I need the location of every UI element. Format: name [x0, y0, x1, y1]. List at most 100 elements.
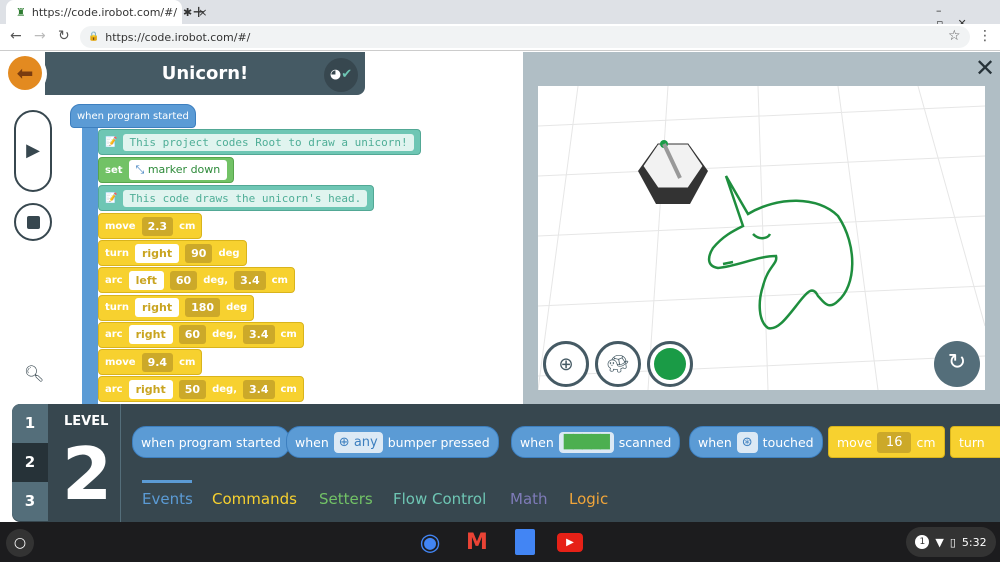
arc-block[interactable]: arc right 60 deg, 3.4 cm: [98, 321, 304, 348]
divider: [120, 404, 121, 522]
move-block[interactable]: move 2.3 cm: [98, 213, 203, 239]
category-tab-commands[interactable]: Commands: [212, 490, 297, 508]
color-sensor-select[interactable]: █████: [558, 431, 614, 453]
close-simulator-button[interactable]: ✕: [975, 54, 995, 82]
docs-icon[interactable]: [510, 528, 540, 556]
unit-label: cm: [179, 220, 196, 232]
back-arrow-icon[interactable]: ←: [10, 28, 22, 44]
zoom-in-button[interactable]: ⊕: [543, 341, 589, 387]
stop-icon: [27, 216, 40, 229]
category-tab-math[interactable]: Math: [510, 490, 548, 508]
url-input[interactable]: 🔒 https://code.irobot.com/#/: [80, 26, 970, 48]
block-label: arc: [105, 329, 123, 341]
comment-text[interactable]: This project codes Root to draw a unicor…: [123, 133, 414, 151]
address-bar: ← → ↻ 🔒 https://code.irobot.com/#/ ☆ ⋮: [0, 24, 1000, 51]
unit-label: deg,: [212, 383, 237, 395]
bumper-value: any: [353, 434, 378, 450]
marker-color-button[interactable]: [647, 341, 693, 387]
tab-strip: ♜ https://code.irobot.com/#/ ✱ × + –▫✕: [0, 0, 1000, 30]
system-tray[interactable]: 1 ▼ ▯ 5:32: [906, 527, 996, 557]
direction-select[interactable]: right: [134, 243, 180, 263]
browser-tab[interactable]: ♜ https://code.irobot.com/#/ ✱ ×: [6, 0, 207, 24]
radius-input[interactable]: 3.4: [234, 270, 266, 290]
value-input[interactable]: 9.4: [141, 352, 174, 372]
level-number: 2: [62, 432, 113, 516]
level-tab-1[interactable]: 1: [12, 404, 48, 443]
play-button[interactable]: ▶: [14, 110, 52, 192]
value-input[interactable]: 180: [185, 298, 221, 318]
level-tab-3[interactable]: 3: [12, 482, 48, 521]
arc-block[interactable]: arc left 60 deg, 3.4 cm: [98, 267, 295, 294]
unit-label: deg: [226, 302, 248, 314]
forward-arrow-icon[interactable]: →: [34, 28, 46, 44]
comment-text[interactable]: This code draws the unicorn's head.: [123, 189, 368, 207]
stop-button[interactable]: [14, 203, 52, 241]
value-input[interactable]: 90: [185, 243, 213, 263]
youtube-icon[interactable]: ▶: [555, 528, 585, 556]
unit-label: cm: [280, 329, 297, 341]
chrome-icon[interactable]: ◉: [415, 528, 445, 556]
wifi-icon: ▼: [935, 535, 944, 549]
value-input[interactable]: 60: [169, 270, 198, 290]
gmail-icon[interactable]: M: [462, 528, 492, 556]
move-block[interactable]: move 9.4 cm: [98, 349, 203, 375]
block-label: move: [837, 434, 872, 450]
category-tab-flow-control[interactable]: Flow Control: [393, 490, 486, 508]
block-label: move: [105, 356, 136, 368]
block-label: arc: [105, 274, 123, 286]
move-value[interactable]: 16: [876, 431, 912, 453]
bookmark-star-icon[interactable]: ☆: [948, 28, 961, 44]
touch-sensor-select[interactable]: ⊛: [736, 431, 758, 453]
radius-input[interactable]: 3.4: [243, 325, 275, 345]
menu-icon[interactable]: ⋮: [978, 28, 992, 44]
value-input[interactable]: 2.3: [141, 216, 174, 236]
direction-select[interactable]: right: [134, 298, 180, 318]
marker-icon: ⤡: [135, 163, 145, 176]
category-tab-logic[interactable]: Logic: [569, 490, 608, 508]
zoom-in-icon[interactable]: 🔍︎: [24, 364, 44, 383]
category-tab-setters[interactable]: Setters: [319, 490, 373, 508]
radius-input[interactable]: 3.4: [243, 379, 275, 399]
value-input[interactable]: 50: [178, 379, 207, 399]
comment-block[interactable]: 📝 This project codes Root to draw a unico…: [98, 129, 421, 155]
lock-icon: 🔒: [88, 32, 100, 42]
level-label: LEVEL: [64, 414, 109, 429]
palette-bumper-pressed[interactable]: when ⊕ any bumper pressed: [286, 426, 499, 458]
direction-select[interactable]: right: [128, 325, 173, 345]
category-tab-events[interactable]: Events: [142, 490, 193, 508]
unit-label: cm: [179, 356, 196, 368]
palette-color-scanned[interactable]: when █████ scanned: [511, 426, 681, 458]
set-marker-block[interactable]: set ⤡ marker down: [98, 157, 235, 183]
palette-touched[interactable]: when ⊛ touched: [689, 426, 823, 458]
new-tab-button[interactable]: +: [192, 2, 205, 21]
value-input[interactable]: 60: [178, 325, 207, 345]
reload-icon[interactable]: ↻: [58, 28, 70, 44]
palette-move-block[interactable]: move 16 cm: [828, 426, 945, 458]
direction-select[interactable]: left: [128, 270, 164, 290]
marker-select[interactable]: ⤡ marker down: [128, 160, 228, 180]
back-button[interactable]: ⬅: [5, 53, 47, 95]
bumper-select[interactable]: ⊕ any: [333, 431, 383, 453]
notification-count: 1: [915, 535, 930, 549]
speed-button[interactable]: 🐢︎: [595, 341, 641, 387]
robot-check-icon: ◕✔: [329, 67, 353, 82]
turn-block[interactable]: turn right 180 deg: [98, 294, 255, 321]
arc-block[interactable]: arc right 50 deg, 3.4 cm: [98, 376, 304, 403]
reset-button[interactable]: ↻: [934, 341, 980, 387]
comment-block[interactable]: 📝 This code draws the unicorn's head.: [98, 185, 375, 211]
launcher-button[interactable]: ○: [6, 529, 34, 557]
palette-turn-block[interactable]: turn: [950, 426, 1000, 458]
turn-block[interactable]: turn right 90 deg: [98, 240, 247, 267]
unit-label: deg,: [212, 329, 237, 341]
tab-title: https://code.irobot.com/#/: [31, 5, 178, 19]
block-label: turn: [105, 302, 129, 314]
block-label: when: [295, 434, 329, 450]
reset-icon: ↻: [947, 350, 967, 375]
robot-connect-button[interactable]: ◕✔: [324, 58, 358, 92]
level-tab-2[interactable]: 2: [12, 443, 48, 482]
note-icon: 📝: [105, 192, 118, 204]
robot-favicon-icon: ♜: [16, 5, 26, 19]
direction-select[interactable]: right: [128, 379, 173, 399]
when-program-started-block[interactable]: when program started: [70, 104, 196, 128]
palette-when-program-started[interactable]: when program started: [132, 426, 290, 458]
